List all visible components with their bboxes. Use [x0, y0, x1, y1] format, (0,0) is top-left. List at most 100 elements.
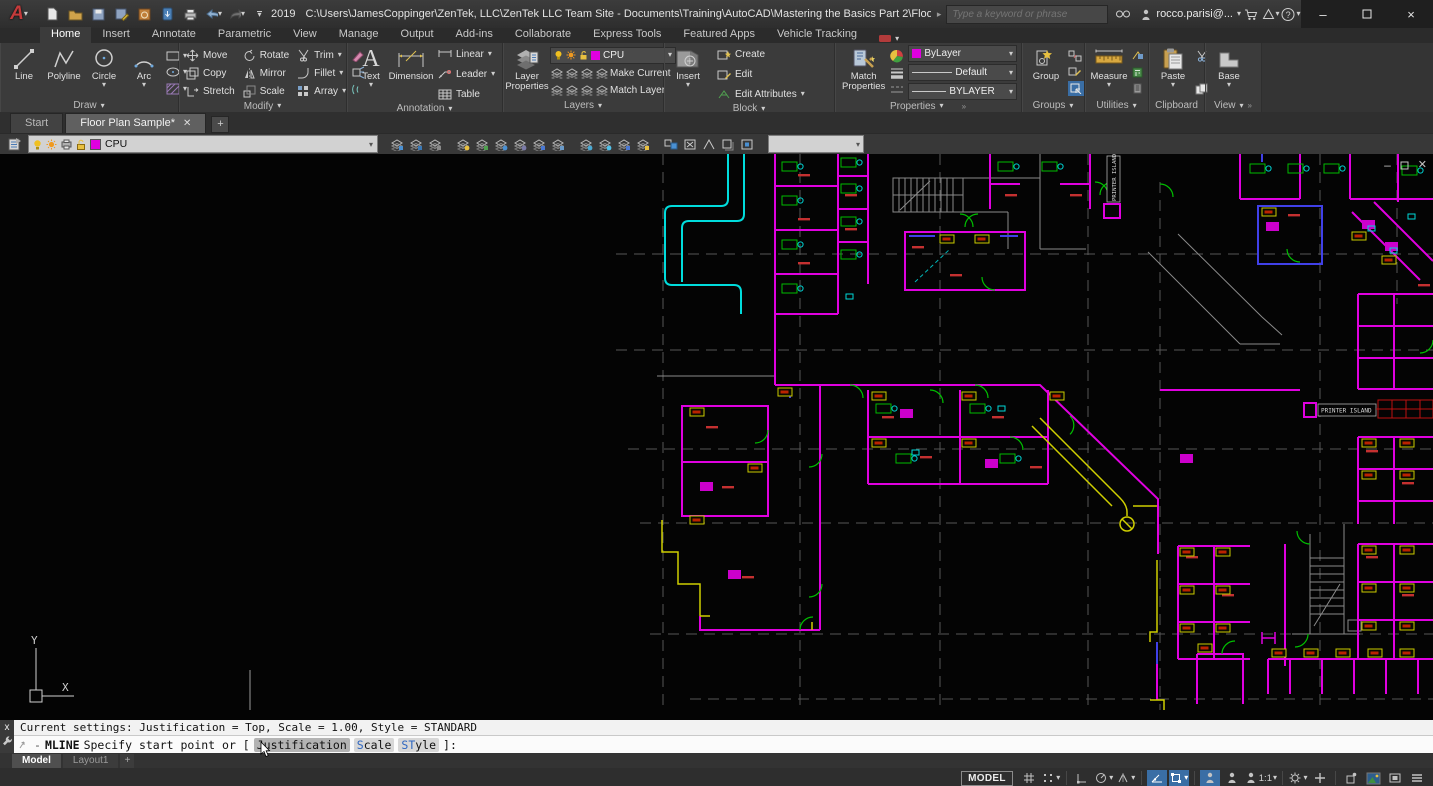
new-file-icon[interactable]: [44, 6, 61, 23]
autodesk-app-store-icon[interactable]: ▾: [1261, 4, 1281, 24]
layer-dropdown[interactable]: CPU ▾: [550, 47, 676, 64]
stretch-button[interactable]: Stretch: [183, 82, 238, 100]
file-tab-start[interactable]: Start: [10, 113, 63, 133]
viewport-restore-icon[interactable]: [1400, 161, 1409, 170]
mirror-button[interactable]: Mirror: [240, 64, 292, 82]
layer-control-dropdown[interactable]: CPU ▾: [28, 135, 378, 153]
qat-customize-icon[interactable]: ▾: [251, 6, 268, 23]
tab-insert[interactable]: Insert: [91, 27, 141, 43]
tab-vehicle-tracking[interactable]: Vehicle Tracking: [766, 27, 868, 43]
layer-delete-icon[interactable]: [681, 136, 699, 152]
option-scale[interactable]: Scale: [354, 738, 395, 752]
edit-block-button[interactable]: Edit: [714, 65, 808, 83]
ortho-mode-icon[interactable]: [1072, 770, 1092, 786]
layer-copy-icon[interactable]: [719, 136, 737, 152]
layer-properties-manager-icon[interactable]: [6, 136, 24, 152]
tab-annotate[interactable]: Annotate: [141, 27, 207, 43]
panel-label-draw[interactable]: Draw▾: [0, 99, 178, 112]
panel-label-clipboard[interactable]: Clipboard: [1149, 99, 1204, 112]
isolate-objects-icon[interactable]: [1341, 770, 1361, 786]
panel-label-modify[interactable]: Modify▾: [179, 100, 346, 112]
linetype-toolbar-dropdown[interactable]: ▾: [768, 135, 864, 153]
panel-label-block[interactable]: Block▾: [664, 103, 834, 114]
lineweight-dropdown[interactable]: Default▾: [908, 64, 1017, 81]
array-button[interactable]: Array▾: [294, 82, 349, 100]
panel-label-properties[interactable]: Properties▾»: [835, 100, 1021, 112]
annotation-scale-icon[interactable]: 1:1▾: [1244, 770, 1277, 786]
recent-commands-icon[interactable]: [18, 740, 30, 750]
color-dropdown[interactable]: ByLayer▾: [908, 45, 1017, 62]
create-block-button[interactable]: Create: [714, 45, 808, 63]
group-button[interactable]: Group: [1026, 45, 1066, 99]
app-store-cart-icon[interactable]: [1241, 4, 1261, 24]
customization-plus-icon[interactable]: [1310, 770, 1330, 786]
layer-properties-button[interactable]: Layer Properties: [507, 45, 547, 99]
paste-button[interactable]: Paste▾: [1153, 45, 1193, 99]
restore-button[interactable]: [1345, 0, 1389, 28]
plot-icon[interactable]: [182, 6, 199, 23]
layer-unlock-all-icon[interactable]: [634, 136, 652, 152]
polar-tracking-icon[interactable]: ▾: [1094, 770, 1114, 786]
fillet-button[interactable]: Fillet▾: [294, 64, 349, 82]
table-button[interactable]: Table: [435, 85, 498, 103]
model-space-button[interactable]: MODEL: [961, 771, 1013, 786]
base-button[interactable]: Base▾: [1209, 45, 1249, 99]
layer-walk-icon[interactable]: [549, 136, 567, 152]
rotate-button[interactable]: Rotate: [240, 46, 292, 64]
panel-label-groups[interactable]: Groups▾: [1022, 99, 1084, 112]
ribbon-state-button[interactable]: ▾: [878, 34, 899, 43]
drawing-canvas[interactable]: – ✕: [0, 154, 1433, 720]
object-snap-icon[interactable]: ▾: [1169, 770, 1189, 786]
close-button[interactable]: ×: [1389, 0, 1433, 28]
viewport-minimize-icon[interactable]: –: [1384, 159, 1391, 171]
text-button[interactable]: AText▾: [351, 45, 391, 103]
help-icon[interactable]: ?▾: [1281, 4, 1301, 24]
tab-output[interactable]: Output: [390, 27, 445, 43]
layer-thaw-all-icon[interactable]: [577, 136, 595, 152]
isometric-drafting-icon[interactable]: ▾: [1116, 770, 1136, 786]
copy-button[interactable]: Copy: [183, 64, 238, 82]
tab-parametric[interactable]: Parametric: [207, 27, 282, 43]
tab-add-ins[interactable]: Add-ins: [445, 27, 504, 43]
measure-button[interactable]: Measure▾: [1089, 45, 1129, 99]
command-input-line[interactable]: - MLINE Specify start point or [ Justifi…: [14, 736, 1433, 753]
object-snap-tracking-icon[interactable]: [1147, 770, 1167, 786]
scale-button[interactable]: Scale: [240, 82, 292, 100]
layer-off-icon[interactable]: [511, 136, 529, 152]
tab-express-tools[interactable]: Express Tools: [582, 27, 672, 43]
annotation-autoscale-icon[interactable]: [1222, 770, 1242, 786]
tab-view[interactable]: View: [282, 27, 328, 43]
layer-unisolate-icon[interactable]: [473, 136, 491, 152]
edit-attributes-button[interactable]: Edit Attributes▾: [714, 85, 808, 103]
arc-button[interactable]: Arc▾: [124, 45, 164, 99]
group-edit-icon[interactable]: [1068, 65, 1084, 80]
layer-states-icon[interactable]: [426, 136, 444, 152]
save-icon[interactable]: [90, 6, 107, 23]
customization-menu-icon[interactable]: [1407, 770, 1427, 786]
option-style[interactable]: STyle: [398, 738, 439, 752]
polyline-button[interactable]: Polyline: [44, 45, 84, 99]
grid-display-icon[interactable]: [1019, 770, 1039, 786]
workspace-switching-icon[interactable]: ▾: [1288, 770, 1308, 786]
new-layout-button[interactable]: +: [120, 754, 134, 768]
application-menu-button[interactable]: A ▾: [2, 1, 36, 27]
group-selection-icon[interactable]: [1068, 81, 1084, 96]
linetype-icon[interactable]: [890, 82, 904, 97]
undo-button[interactable]: ▾: [205, 6, 222, 23]
layer-on-all-icon[interactable]: [596, 136, 614, 152]
search-icon[interactable]: [1113, 4, 1133, 24]
layer-freeze-icon[interactable]: [492, 136, 510, 152]
match-layer-button[interactable]: Match Layer: [610, 81, 665, 99]
open-from-web-mobile-icon[interactable]: [159, 6, 176, 23]
command-close-icon[interactable]: x: [5, 720, 10, 735]
layout1-tab[interactable]: Layout1: [63, 754, 119, 768]
layer-previous-icon[interactable]: [407, 136, 425, 152]
lineweight-icon[interactable]: [890, 65, 904, 80]
line-button[interactable]: Line: [4, 45, 44, 99]
layer-isolate-icon[interactable]: [454, 136, 472, 152]
open-file-icon[interactable]: [67, 6, 84, 23]
signin-account[interactable]: rocco.parisi@... ▾: [1139, 8, 1241, 21]
minimize-button[interactable]: –: [1301, 0, 1345, 28]
make-current-layer-icon[interactable]: [388, 136, 406, 152]
model-tab[interactable]: Model: [12, 754, 61, 768]
